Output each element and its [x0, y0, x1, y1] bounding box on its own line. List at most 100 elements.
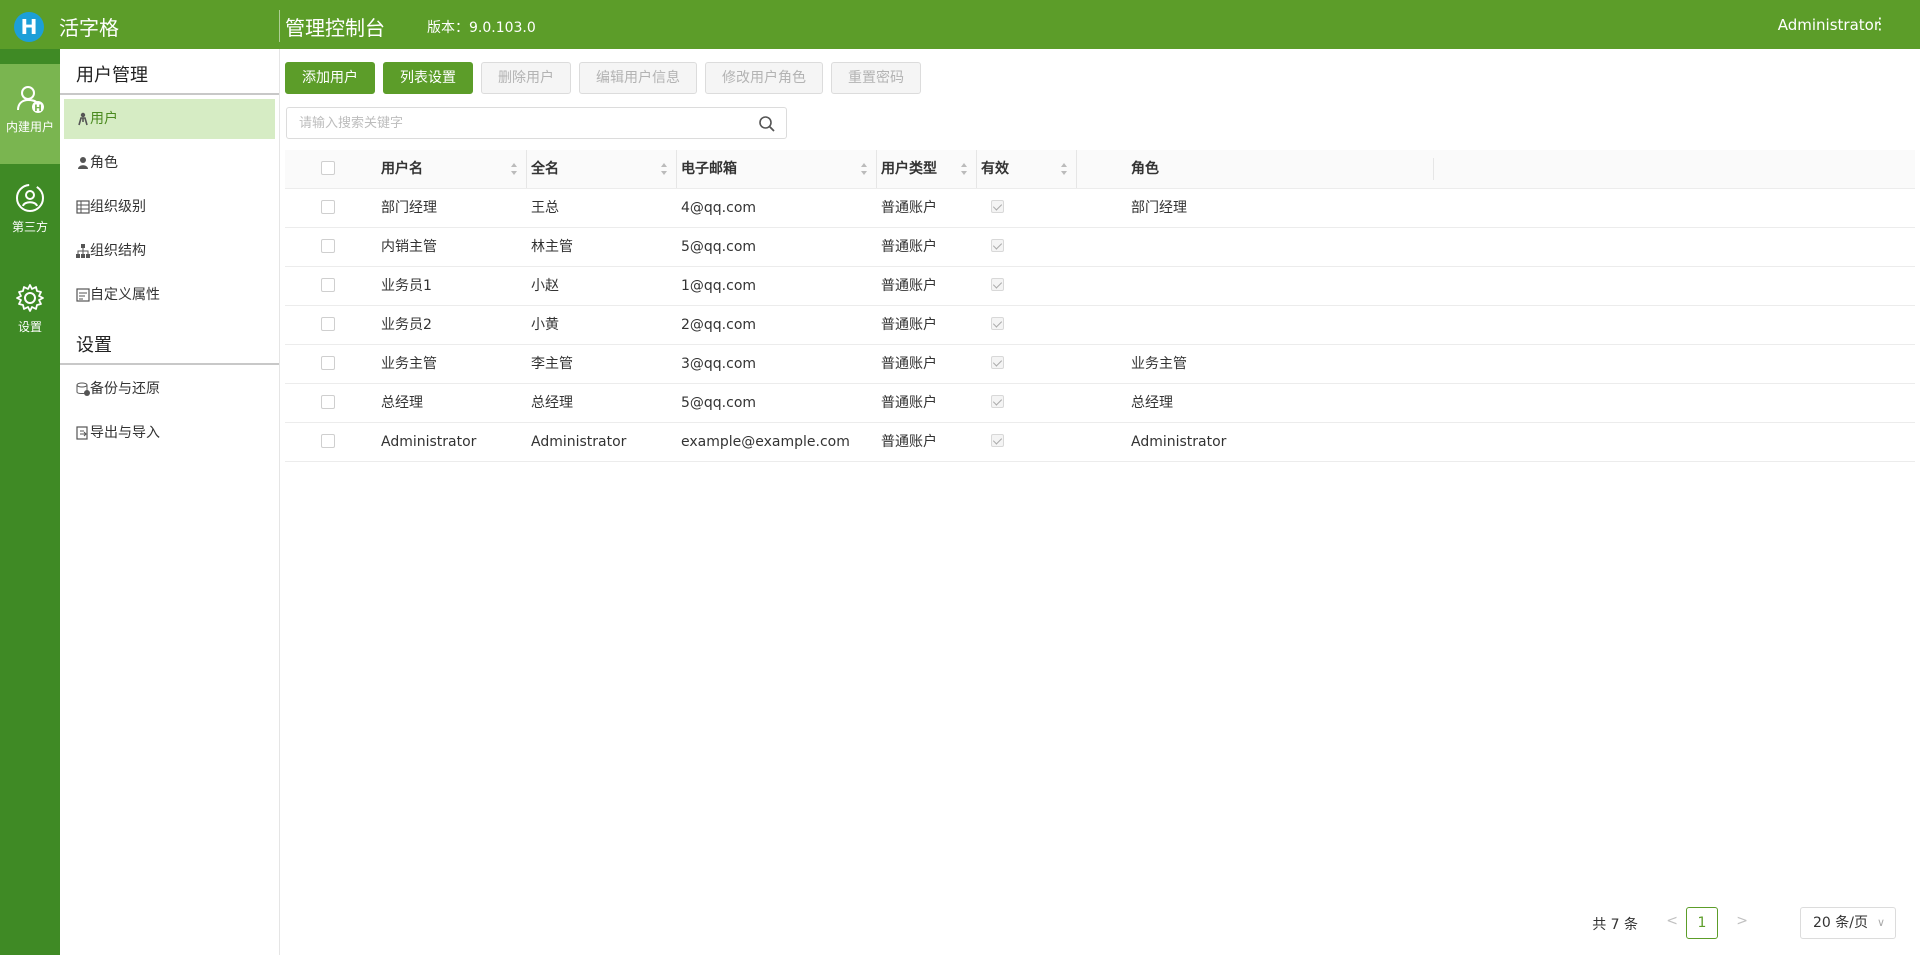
table-row[interactable]: 业务员2 小黄 2@qq.com 普通账户: [285, 306, 1915, 345]
table-row[interactable]: Administrator Administrator example@exam…: [285, 423, 1915, 462]
table-row[interactable]: 内销主管 林主管 5@qq.com 普通账户: [285, 228, 1915, 267]
cell-username: 内销主管: [381, 239, 437, 255]
left-rail: H 内建用户 第三方 设置: [0, 49, 60, 955]
page-button-current[interactable]: 1: [1686, 907, 1718, 939]
app-logo: H: [14, 12, 44, 42]
sort-icon[interactable]: [660, 162, 668, 176]
menu-item-roles[interactable]: 角色: [64, 143, 275, 183]
more-vertical-icon[interactable]: ⋮: [1872, 14, 1888, 33]
current-user[interactable]: Administrator: [1778, 16, 1880, 34]
cell-valid-checkbox: [981, 228, 1077, 266]
table-row[interactable]: 部门经理 王总 4@qq.com 普通账户 部门经理: [285, 189, 1915, 228]
cell-email: 2@qq.com: [681, 317, 757, 333]
row-checkbox[interactable]: [321, 267, 335, 305]
app-name: 活字格: [59, 16, 119, 40]
table-row[interactable]: 业务主管 李主管 3@qq.com 普通账户 业务主管: [285, 345, 1915, 384]
cell-valid-checkbox: [981, 306, 1077, 344]
gear-icon: [16, 284, 44, 312]
cell-role: 总经理: [1131, 395, 1173, 411]
column-header-label: 用户类型: [881, 161, 937, 177]
row-checkbox[interactable]: [321, 345, 335, 383]
users-table: 用户名 全名 电子邮箱 用户类型 有效 角色 部门经理 王总 4@qq.com …: [285, 150, 1915, 462]
org-level-icon: [76, 200, 90, 214]
column-header-email[interactable]: 电子邮箱: [681, 150, 877, 188]
menu-item-label: 自定义属性: [90, 287, 160, 303]
table-row[interactable]: 总经理 总经理 5@qq.com 普通账户 总经理: [285, 384, 1915, 423]
cell-username: 业务主管: [381, 356, 437, 372]
page-size-select[interactable]: 20 条/页 ∨: [1800, 907, 1896, 939]
edit-user-info-button[interactable]: 编辑用户信息: [579, 62, 697, 94]
table-body: 部门经理 王总 4@qq.com 普通账户 部门经理 内销主管 林主管 5@qq…: [285, 189, 1915, 462]
edit-user-role-button[interactable]: 修改用户角色: [705, 62, 823, 94]
row-checkbox[interactable]: [321, 189, 335, 227]
cell-user-type: 普通账户: [881, 356, 937, 372]
cell-role: 部门经理: [1131, 200, 1187, 216]
menu-item-backup-restore[interactable]: 备份与还原: [64, 369, 275, 409]
cell-role: [1131, 306, 1427, 344]
cell-role: [1131, 228, 1427, 266]
cell-fullname: 李主管: [531, 356, 573, 372]
column-header-label: 有效: [981, 161, 1009, 177]
add-user-button[interactable]: 添加用户: [285, 62, 375, 94]
cell-user-type: 普通账户: [881, 200, 937, 216]
search-input[interactable]: [287, 108, 747, 138]
column-header-username[interactable]: 用户名: [381, 150, 527, 188]
export-import-icon: [76, 426, 88, 440]
backup-icon: [76, 382, 90, 396]
person-icon: [78, 112, 88, 126]
menu-item-org-structure[interactable]: 组织结构: [64, 231, 275, 271]
top-header: H 活字格 管理控制台 版本：9.0.103.0 Administrator ⋮: [0, 0, 1920, 49]
menu-item-org-levels[interactable]: 组织级别: [64, 187, 275, 227]
menu-item-label: 导出与导入: [90, 425, 160, 441]
user-badge-icon: H: [17, 86, 44, 114]
menu-item-export-import[interactable]: 导出与导入: [64, 413, 275, 453]
select-all-checkbox[interactable]: [321, 150, 335, 188]
prev-page-button[interactable]: <: [1666, 913, 1678, 929]
rail-item-settings[interactable]: 设置: [0, 264, 60, 364]
cell-user-type: 普通账户: [881, 317, 937, 333]
org-tree-icon: [76, 244, 90, 258]
delete-user-button[interactable]: 删除用户: [481, 62, 571, 94]
cell-email: 4@qq.com: [681, 200, 757, 216]
console-title: 管理控制台: [285, 16, 385, 40]
column-header-user-type[interactable]: 用户类型: [881, 150, 977, 188]
row-checkbox[interactable]: [321, 384, 335, 422]
cell-role: Administrator: [1131, 434, 1227, 450]
version-label: 版本：9.0.103.0: [427, 20, 536, 36]
rail-label: 设置: [17, 320, 42, 334]
row-checkbox[interactable]: [321, 423, 335, 461]
menu-item-label: 备份与还原: [90, 381, 160, 397]
toolbar: 添加用户 列表设置 删除用户 编辑用户信息 修改用户角色 重置密码: [285, 62, 929, 94]
table-row[interactable]: 业务员1 小赵 1@qq.com 普通账户: [285, 267, 1915, 306]
column-header-role[interactable]: 角色: [1131, 150, 1427, 188]
menu-item-users[interactable]: 用户: [64, 99, 275, 139]
column-settings-button[interactable]: 列表设置: [383, 62, 473, 94]
custom-attr-icon: [76, 288, 90, 302]
rail-item-builtin-users[interactable]: H 内建用户: [0, 64, 60, 164]
column-header-label: 角色: [1131, 161, 1159, 177]
search-icon[interactable]: [758, 115, 776, 133]
cell-valid-checkbox: [981, 384, 1077, 422]
column-header-label: 全名: [531, 161, 559, 177]
sort-icon[interactable]: [960, 162, 968, 176]
cell-role: [1131, 267, 1427, 305]
cell-email: 3@qq.com: [681, 356, 757, 372]
cell-email: 5@qq.com: [681, 239, 757, 255]
sort-icon[interactable]: [860, 162, 868, 176]
row-checkbox[interactable]: [321, 306, 335, 344]
cell-fullname: Administrator: [531, 434, 627, 450]
rail-item-third-party[interactable]: 第三方: [0, 164, 60, 264]
column-header-valid[interactable]: 有效: [981, 150, 1077, 188]
row-checkbox[interactable]: [321, 228, 335, 266]
sort-icon[interactable]: [1060, 162, 1068, 176]
sort-icon[interactable]: [510, 162, 518, 176]
menu-item-custom-attributes[interactable]: 自定义属性: [64, 275, 275, 315]
cell-email: 1@qq.com: [681, 278, 757, 294]
cell-fullname: 总经理: [531, 395, 573, 411]
search-box: [286, 107, 787, 139]
reset-password-button[interactable]: 重置密码: [831, 62, 921, 94]
section-title-user-management: 用户管理: [60, 49, 279, 95]
header-divider: [279, 10, 280, 42]
next-page-button[interactable]: >: [1736, 913, 1748, 929]
column-header-fullname[interactable]: 全名: [531, 150, 677, 188]
